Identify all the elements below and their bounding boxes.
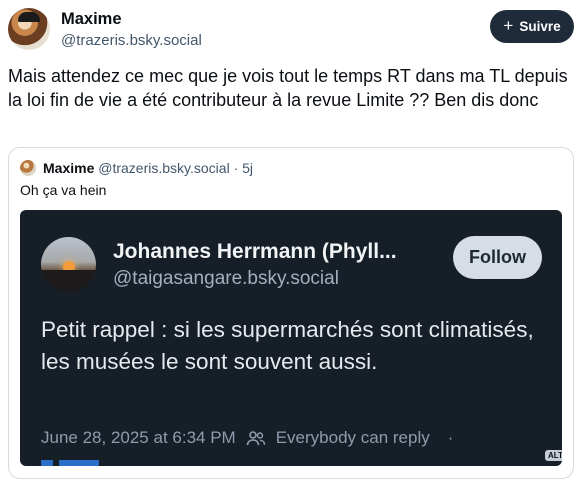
reply-setting: Everybody can reply: [275, 428, 430, 447]
quoted-author-avatar[interactable]: [20, 160, 36, 176]
author-name[interactable]: Maxime: [61, 10, 122, 29]
attached-image[interactable]: Johannes Herrmann (Phyll... @taigasangar…: [20, 210, 562, 466]
author-handle[interactable]: @trazeris.bsky.social: [61, 32, 202, 49]
quoted-post-text: Oh ça va hein: [20, 182, 107, 198]
follow-button[interactable]: + Suivre: [490, 10, 574, 43]
post-text: Mais attendez ce mec que je vois tout le…: [8, 66, 568, 110]
quoted-post-header: Maxime @trazeris.bsky.social · 5j: [43, 160, 253, 176]
plus-icon: +: [503, 16, 514, 35]
alt-badge[interactable]: ALT: [545, 450, 562, 461]
quoted-post[interactable]: Maxime @trazeris.bsky.social · 5j Oh ça …: [8, 147, 574, 479]
people-icon: [246, 431, 265, 446]
quoted-author-handle[interactable]: @trazeris.bsky.social: [98, 160, 229, 176]
quoted-author-name[interactable]: Maxime: [43, 160, 94, 176]
cropped-content: [41, 460, 121, 466]
footer-separator: ·: [447, 428, 454, 447]
separator: ·: [233, 160, 239, 176]
image-post-footer: June 28, 2025 at 6:34 PM Everybody can r…: [41, 428, 453, 448]
author-avatar[interactable]: [8, 8, 50, 50]
image-post-date: June 28, 2025 at 6:34 PM: [41, 428, 236, 447]
follow-button-label: Suivre: [519, 19, 561, 34]
image-post-text: Petit rappel : si les supermarchés sont …: [41, 317, 534, 374]
image-author-avatar: [41, 237, 96, 292]
image-follow-button: Follow: [453, 236, 542, 279]
image-author-name: Johannes Herrmann (Phyll...: [113, 240, 397, 263]
image-author-handle: @taigasangare.bsky.social: [113, 268, 339, 289]
quoted-post-age[interactable]: 5j: [242, 160, 253, 176]
